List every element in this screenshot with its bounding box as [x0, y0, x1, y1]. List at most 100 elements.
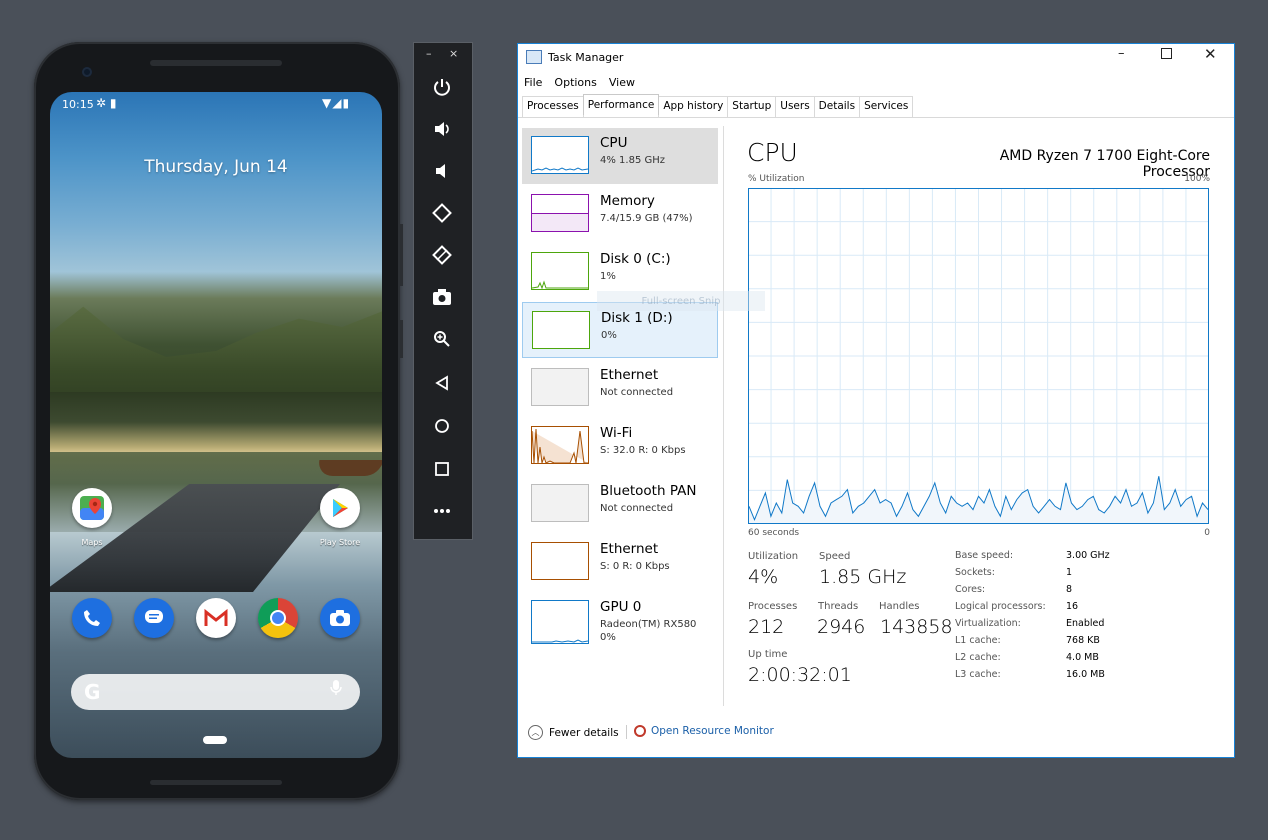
- home-icon[interactable]: [413, 405, 471, 447]
- processes-label: Processes: [748, 601, 798, 612]
- spec-label: Virtualization:: [955, 618, 1021, 629]
- phone-app-icon[interactable]: [72, 598, 112, 638]
- spec-label: Logical processors:: [955, 601, 1046, 612]
- sidebar-memory-name: Memory: [600, 193, 655, 209]
- sidebar-gpu-name: GPU 0: [600, 599, 642, 615]
- sidebar-wifi-name: Wi-Fi: [600, 425, 633, 441]
- sidebar-ethernet-name: Ethernet: [600, 367, 659, 383]
- spec-label: Base speed:: [955, 550, 1014, 561]
- toolbar-minimize-button[interactable]: –: [426, 47, 432, 60]
- messages-app-icon[interactable]: [134, 598, 174, 638]
- spec-value: 8: [1066, 584, 1073, 595]
- sidebar-disk0-sub: 1%: [600, 271, 616, 282]
- sidebar-cpu-name: CPU: [600, 135, 628, 151]
- sidebar-item-gpu[interactable]: GPU 0 Radeon(TM) RX580 0%: [522, 592, 718, 656]
- spec-value: 768 KB: [1066, 635, 1100, 646]
- title-bar: Task Manager: [526, 50, 623, 64]
- rotate-left-icon[interactable]: [413, 192, 471, 234]
- spec-value: Enabled: [1066, 618, 1105, 629]
- tab-baseline: [518, 117, 1234, 118]
- volume-up-icon[interactable]: [413, 108, 471, 150]
- home-date[interactable]: Thursday, Jun 14: [50, 157, 382, 177]
- threads-value: 2946: [817, 616, 866, 638]
- speed-label: Speed: [819, 551, 851, 562]
- window-title: Task Manager: [548, 50, 624, 64]
- spec-label: L3 cache:: [955, 669, 1001, 680]
- tab-app-history[interactable]: App history: [658, 96, 729, 117]
- gmail-m-icon: [204, 608, 228, 626]
- toolbar-close-button[interactable]: ×: [449, 47, 458, 60]
- tab-performance[interactable]: Performance: [582, 94, 660, 115]
- sidebar-item-cpu[interactable]: CPU 4% 1.85 GHz: [522, 128, 718, 184]
- resource-monitor-label: Open Resource Monitor: [651, 725, 774, 737]
- sidebar-item-memory[interactable]: Memory 7.4/15.9 GB (47%): [522, 186, 718, 242]
- fewer-details-button[interactable]: ︿ Fewer details: [528, 725, 619, 740]
- performance-sidebar: CPU 4% 1.85 GHz Memory 7.4/15.9 GB (47%)…: [520, 120, 721, 720]
- tab-details[interactable]: Details: [813, 96, 861, 117]
- menu-bar: File Options View: [524, 76, 635, 89]
- google-search-bar[interactable]: [71, 674, 360, 710]
- cpu-utilization-graph: [748, 188, 1209, 524]
- play-triangle-icon: [333, 499, 348, 517]
- spec-label: L2 cache:: [955, 652, 1001, 663]
- tab-services[interactable]: Services: [859, 96, 914, 117]
- spec-value: 4.0 MB: [1066, 652, 1099, 663]
- power-icon[interactable]: [413, 66, 471, 108]
- spec-label: Cores:: [955, 584, 986, 595]
- minimize-button[interactable]: –: [1118, 46, 1125, 61]
- sidebar-item-bluetooth[interactable]: Bluetooth PAN Not connected: [522, 476, 718, 532]
- screenshot-icon[interactable]: [413, 276, 471, 318]
- maps-icon[interactable]: [72, 488, 112, 528]
- graph-y-max: 100%: [1184, 174, 1210, 184]
- sidebar-item-wifi[interactable]: Wi-Fi S: 32.0 R: 0 Kbps: [522, 418, 718, 474]
- camera-icon: [330, 610, 350, 626]
- menu-options[interactable]: Options: [554, 76, 596, 89]
- spec-value: 1: [1066, 567, 1073, 578]
- ethernet-thumbnail: [531, 368, 589, 406]
- more-icon[interactable]: [413, 490, 471, 532]
- cpu-thumbnail: [531, 136, 589, 174]
- camera-app-icon[interactable]: [320, 598, 360, 638]
- memory-thumbnail: [531, 194, 589, 232]
- uptime-label: Up time: [748, 649, 788, 660]
- chrome-app-icon[interactable]: [258, 598, 298, 638]
- handles-label: Handles: [879, 601, 920, 612]
- rotate-right-icon[interactable]: [413, 234, 471, 276]
- wallpaper-treeline: [50, 392, 382, 452]
- gmail-app-icon[interactable]: [196, 598, 236, 638]
- overview-icon[interactable]: [413, 448, 471, 490]
- phone-screen[interactable]: [50, 92, 382, 758]
- sidebar-ethernet2-name: Ethernet: [600, 541, 659, 557]
- tab-users[interactable]: Users: [775, 96, 815, 117]
- disk0-thumbnail: [531, 252, 589, 290]
- tab-processes[interactable]: Processes: [522, 96, 584, 117]
- google-logo-icon: G: [84, 680, 101, 704]
- gpu-thumbnail: [531, 600, 589, 644]
- play-store-icon[interactable]: [320, 488, 360, 528]
- sidebar-cpu-sub: 4% 1.85 GHz: [600, 155, 666, 166]
- phone-earpiece: [150, 60, 282, 66]
- maximize-button[interactable]: [1161, 48, 1172, 59]
- threads-label: Threads: [818, 601, 859, 612]
- home-gesture-pill[interactable]: [203, 736, 227, 744]
- tab-startup[interactable]: Startup: [727, 96, 777, 117]
- menu-view[interactable]: View: [609, 76, 635, 89]
- sidebar-memory-sub: 7.4/15.9 GB (47%): [600, 213, 693, 224]
- sidebar-item-ethernet2[interactable]: Ethernet S: 0 R: 0 Kbps: [522, 534, 718, 590]
- back-icon[interactable]: [413, 362, 471, 404]
- sidebar-gpu-model: Radeon(TM) RX580: [600, 619, 697, 630]
- ethernet2-thumbnail: [531, 542, 589, 580]
- volume-down-icon[interactable]: [413, 150, 471, 192]
- open-resource-monitor-link[interactable]: Open Resource Monitor: [634, 725, 774, 737]
- menu-file[interactable]: File: [524, 76, 542, 89]
- handles-value: 143858: [880, 616, 953, 638]
- uptime-value: 2:00:32:01: [748, 664, 852, 686]
- zoom-icon[interactable]: [413, 318, 471, 360]
- sidebar-item-ethernet[interactable]: Ethernet Not connected: [522, 360, 718, 416]
- chrome-center-icon: [270, 610, 286, 626]
- status-bar-time: 10:15: [62, 98, 94, 111]
- close-button[interactable]: ✕: [1204, 45, 1217, 63]
- sidebar-disk0-name: Disk 0 (C:): [600, 251, 671, 267]
- page-title: CPU: [747, 138, 798, 167]
- microphone-icon[interactable]: [330, 680, 342, 700]
